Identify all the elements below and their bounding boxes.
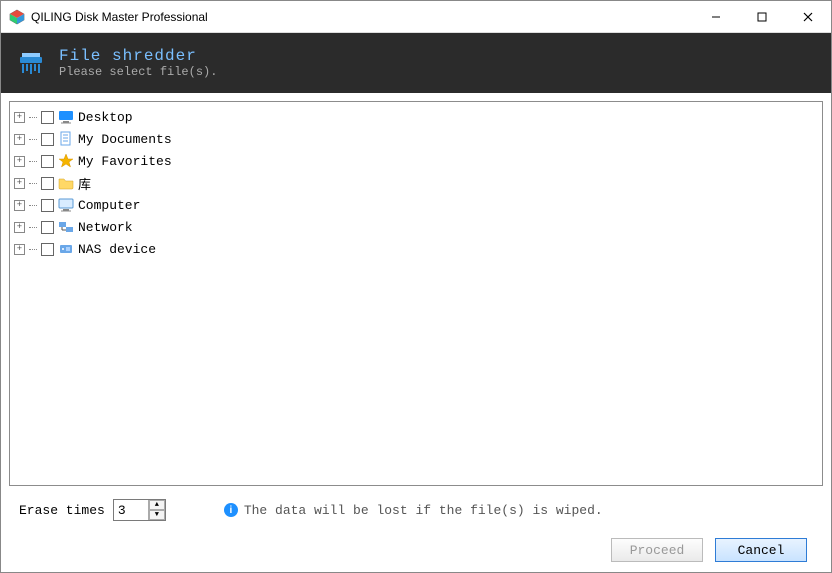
titlebar: QILING Disk Master Professional bbox=[1, 1, 831, 33]
shredder-icon bbox=[17, 49, 45, 77]
tree-node-network[interactable]: + Network bbox=[12, 216, 820, 238]
expand-toggle[interactable]: + bbox=[14, 244, 25, 255]
tree-label: NAS device bbox=[78, 242, 156, 257]
expand-toggle[interactable]: + bbox=[14, 222, 25, 233]
computer-icon bbox=[58, 197, 74, 213]
tree-label: 库 bbox=[78, 174, 91, 193]
tree-label: Network bbox=[78, 220, 133, 235]
tree-label: Computer bbox=[78, 198, 140, 213]
tree-label: My Favorites bbox=[78, 154, 172, 169]
expand-toggle[interactable]: + bbox=[14, 134, 25, 145]
checkbox[interactable] bbox=[41, 111, 54, 124]
folder-icon bbox=[58, 175, 74, 191]
footer-controls: Erase times ▲ ▼ i The data will be lost … bbox=[9, 486, 823, 572]
file-tree[interactable]: + Desktop + My Documents + bbox=[9, 101, 823, 486]
cancel-button[interactable]: Cancel bbox=[715, 538, 807, 562]
tree-container: + Desktop + My Documents + bbox=[1, 93, 831, 572]
minimize-button[interactable] bbox=[693, 1, 739, 32]
page-subtitle: Please select file(s). bbox=[59, 65, 217, 79]
erase-times-input[interactable] bbox=[114, 501, 148, 520]
network-icon bbox=[58, 219, 74, 235]
checkbox[interactable] bbox=[41, 155, 54, 168]
desktop-icon bbox=[58, 109, 74, 125]
tree-node-desktop[interactable]: + Desktop bbox=[12, 106, 820, 128]
tree-label: Desktop bbox=[78, 110, 133, 125]
documents-icon bbox=[58, 131, 74, 147]
star-icon bbox=[58, 153, 74, 169]
expand-toggle[interactable]: + bbox=[14, 112, 25, 123]
erase-times-spinbox[interactable]: ▲ ▼ bbox=[113, 499, 166, 521]
tree-node-library[interactable]: + 库 bbox=[12, 172, 820, 194]
checkbox[interactable] bbox=[41, 221, 54, 234]
expand-toggle[interactable]: + bbox=[14, 178, 25, 189]
checkbox[interactable] bbox=[41, 133, 54, 146]
page-banner: File shredder Please select file(s). bbox=[1, 33, 831, 93]
checkbox[interactable] bbox=[41, 177, 54, 190]
page-title: File shredder bbox=[59, 47, 217, 65]
tree-node-nas[interactable]: + NAS device bbox=[12, 238, 820, 260]
window-title: QILING Disk Master Professional bbox=[31, 10, 208, 24]
expand-toggle[interactable]: + bbox=[14, 200, 25, 211]
app-icon bbox=[9, 9, 25, 25]
erase-times-label: Erase times bbox=[19, 503, 105, 518]
info-text: The data will be lost if the file(s) is … bbox=[244, 503, 603, 518]
expand-toggle[interactable]: + bbox=[14, 156, 25, 167]
proceed-button[interactable]: Proceed bbox=[611, 538, 703, 562]
checkbox[interactable] bbox=[41, 243, 54, 256]
checkbox[interactable] bbox=[41, 199, 54, 212]
close-button[interactable] bbox=[785, 1, 831, 32]
info-icon: i bbox=[224, 503, 238, 517]
maximize-button[interactable] bbox=[739, 1, 785, 32]
tree-node-documents[interactable]: + My Documents bbox=[12, 128, 820, 150]
nas-icon bbox=[58, 241, 74, 257]
spin-down-button[interactable]: ▼ bbox=[149, 510, 165, 520]
tree-label: My Documents bbox=[78, 132, 172, 147]
tree-node-favorites[interactable]: + My Favorites bbox=[12, 150, 820, 172]
spin-up-button[interactable]: ▲ bbox=[149, 500, 165, 510]
app-window: QILING Disk Master Professional File bbox=[0, 0, 832, 573]
tree-node-computer[interactable]: + Computer bbox=[12, 194, 820, 216]
